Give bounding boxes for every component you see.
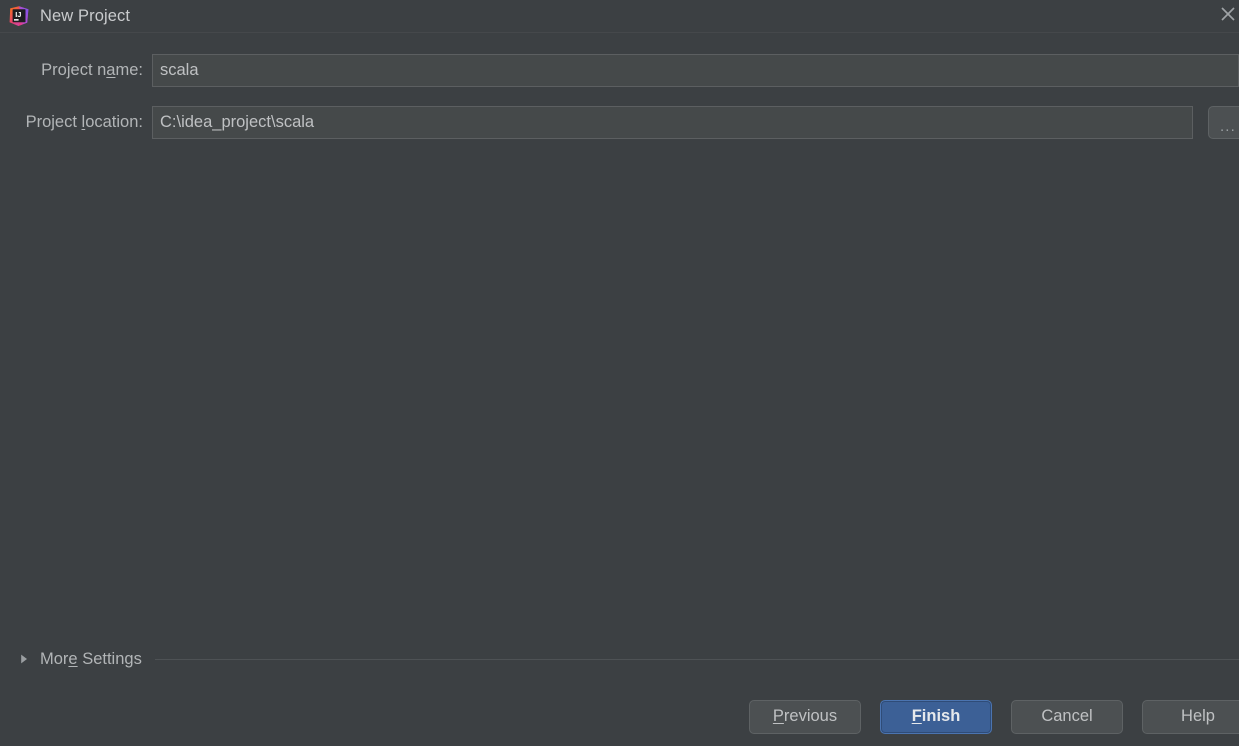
dialog-titlebar: IJ New Project <box>0 0 1239 33</box>
finish-button[interactable]: Finish <box>880 699 992 734</box>
project-form: Project name: Project location: ... <box>0 33 1239 642</box>
browse-folder-button[interactable]: ... <box>1208 105 1239 139</box>
intellij-idea-icon: IJ <box>8 5 30 27</box>
project-name-label: Project name: <box>41 60 143 79</box>
close-icon[interactable] <box>1211 0 1239 28</box>
project-location-label: Project location: <box>25 112 143 131</box>
dialog-button-bar: Previous Finish Cancel Help <box>0 699 1239 746</box>
cancel-button[interactable]: Cancel <box>1011 699 1123 734</box>
page-title: New Project <box>40 6 131 25</box>
more-settings-label[interactable]: More Settings <box>40 650 142 669</box>
ellipsis-icon: ... <box>1219 117 1237 135</box>
section-separator <box>154 658 1239 660</box>
project-name-row: Project name: <box>0 52 1239 88</box>
more-settings-section[interactable]: More Settings <box>0 642 1239 676</box>
project-location-input[interactable] <box>152 105 1193 139</box>
help-button[interactable]: Help <box>1142 699 1239 734</box>
svg-text:IJ: IJ <box>15 10 21 19</box>
chevron-right-icon[interactable] <box>18 653 30 665</box>
new-project-dialog: IJ New Project Project name: Project loc… <box>0 0 1239 746</box>
project-name-input[interactable] <box>152 53 1239 87</box>
project-location-row: Project location: ... <box>0 104 1239 140</box>
previous-button[interactable]: Previous <box>749 699 861 734</box>
